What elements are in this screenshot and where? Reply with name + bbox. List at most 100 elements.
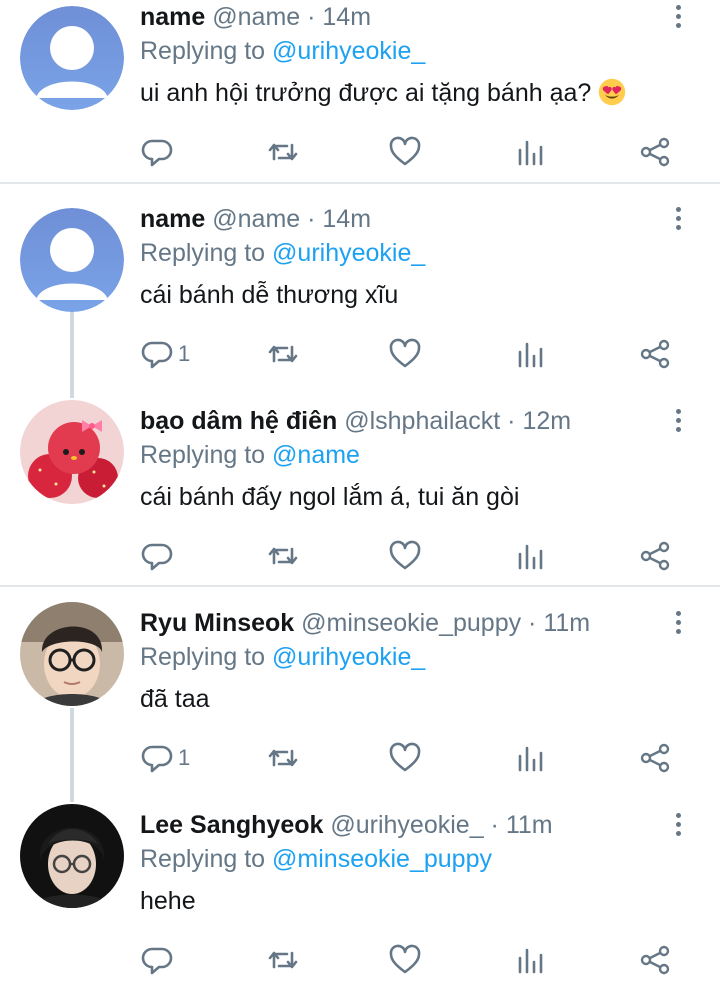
like-button[interactable]: [388, 334, 422, 374]
like-button[interactable]: [388, 940, 422, 980]
display-name[interactable]: Ryu Minseok: [140, 609, 294, 637]
retweet-button[interactable]: [266, 132, 300, 172]
tweet-actions: [0, 132, 720, 172]
timestamp: 11m: [543, 609, 591, 637]
tweet-actions: 1: [0, 738, 720, 778]
timestamp: 12m: [522, 407, 572, 435]
tweet-actions: [0, 536, 720, 576]
reply-button[interactable]: [140, 940, 178, 980]
share-button[interactable]: [638, 132, 672, 172]
replying-prefix: Replying to: [140, 845, 273, 873]
reply-icon: [141, 745, 173, 773]
heart-eyes-emoji-icon: [599, 78, 626, 106]
retweet-button[interactable]: [266, 738, 300, 778]
tweet-divider: [0, 585, 720, 587]
share-icon: [640, 339, 670, 369]
stats-button[interactable]: [514, 132, 548, 172]
replying-to-link[interactable]: @name: [272, 441, 360, 469]
tweet-text-content: ui anh hội trưởng được ai tặng bánh ạa?: [140, 79, 592, 107]
avatar[interactable]: [20, 804, 124, 908]
more-options-icon[interactable]: [668, 204, 688, 236]
tweet[interactable]: Ryu Minseok @minseokie_puppy · 11m Reply…: [0, 602, 720, 789]
retweet-button[interactable]: [266, 334, 300, 374]
like-icon: [389, 540, 421, 570]
stats-icon: [518, 948, 543, 974]
replying-prefix: Replying to: [140, 441, 273, 469]
reply-button[interactable]: [140, 132, 178, 172]
more-options-icon[interactable]: [668, 810, 688, 842]
display-name[interactable]: Lee Sanghyeok: [140, 811, 323, 839]
more-options-icon[interactable]: [668, 2, 688, 34]
like-icon: [389, 742, 421, 772]
tweet-header: Ryu Minseok @minseokie_puppy · 11m: [140, 606, 590, 640]
display-name[interactable]: bạo dâm hệ điên: [140, 407, 337, 435]
share-button[interactable]: [638, 536, 672, 576]
stats-button[interactable]: [514, 738, 548, 778]
retweet-button[interactable]: [266, 940, 300, 980]
display-name[interactable]: name: [140, 3, 205, 31]
reply-count: 1: [178, 341, 191, 366]
replying-prefix: Replying to: [140, 239, 273, 267]
user-handle[interactable]: @lshphailackt: [344, 407, 500, 435]
reply-button[interactable]: [140, 536, 178, 576]
retweet-icon: [268, 143, 298, 161]
more-options-icon[interactable]: [668, 406, 688, 438]
share-button[interactable]: [638, 738, 672, 778]
user-handle[interactable]: @name: [212, 205, 300, 233]
replying-to: Replying to @minseokie_puppy: [140, 842, 492, 876]
person-photo-dark-icon: [20, 804, 124, 908]
reply-icon: [141, 543, 173, 571]
tweet-header: name @name · 14m: [140, 202, 371, 236]
more-options-icon[interactable]: [668, 608, 688, 640]
replying-to: Replying to @urihyeokie_: [140, 236, 425, 270]
user-handle[interactable]: @minseokie_puppy: [301, 609, 521, 637]
reply-icon: [141, 139, 173, 167]
replying-to: Replying to @urihyeokie_: [140, 640, 425, 674]
retweet-icon: [268, 951, 298, 969]
stats-button[interactable]: [514, 334, 548, 374]
stats-button[interactable]: [514, 536, 548, 576]
share-button[interactable]: [638, 940, 672, 980]
reply-icon: [141, 341, 173, 369]
tweet[interactable]: name @name · 14m Replying to @urihyeokie…: [0, 0, 720, 183]
retweet-icon: [268, 345, 298, 363]
timestamp: 14m: [322, 205, 372, 233]
avatar[interactable]: [20, 602, 124, 706]
separator: ·: [483, 811, 506, 839]
replying-to-link[interactable]: @urihyeokie_: [272, 643, 425, 671]
reply-button[interactable]: 1: [140, 738, 190, 778]
timestamp: 11m: [505, 811, 553, 839]
tweet[interactable]: Lee Sanghyeok @urihyeokie_ · 11m Replyin…: [0, 804, 720, 991]
like-button[interactable]: [388, 738, 422, 778]
default-profile-icon: [20, 208, 124, 312]
retweet-button[interactable]: [266, 536, 300, 576]
stats-button[interactable]: [514, 940, 548, 980]
tweet-actions: 1: [0, 334, 720, 374]
tweet-text: ui anh hội trưởng được ai tặng bánh ạa?: [140, 76, 626, 110]
share-button[interactable]: [638, 334, 672, 374]
like-button[interactable]: [388, 132, 422, 172]
tweet[interactable]: bạo dâm hệ điên @lshphailackt · 12m Repl…: [0, 400, 720, 587]
avatar[interactable]: [20, 6, 124, 110]
user-handle[interactable]: @name: [212, 3, 300, 31]
share-icon: [640, 541, 670, 571]
stats-icon: [518, 342, 543, 368]
avatar[interactable]: [20, 400, 124, 504]
reply-button[interactable]: 1: [140, 334, 190, 374]
user-handle[interactable]: @urihyeokie_: [330, 811, 483, 839]
replying-prefix: Replying to: [140, 643, 273, 671]
replying-to-link[interactable]: @urihyeokie_: [272, 37, 425, 65]
avatar[interactable]: [20, 208, 124, 312]
replying-prefix: Replying to: [140, 37, 273, 65]
display-name[interactable]: name: [140, 205, 205, 233]
tweet-header: bạo dâm hệ điên @lshphailackt · 12m: [140, 404, 571, 438]
tweet[interactable]: name @name · 14m Replying to @urihyeokie…: [0, 202, 720, 385]
replying-to-link[interactable]: @urihyeokie_: [272, 239, 425, 267]
retweet-icon: [268, 749, 298, 767]
reply-icon: [141, 947, 173, 975]
like-button[interactable]: [388, 536, 422, 576]
replying-to-link[interactable]: @minseokie_puppy: [272, 845, 492, 873]
separator: ·: [300, 3, 323, 31]
replying-to: Replying to @name: [140, 438, 360, 472]
retweet-icon: [268, 547, 298, 565]
